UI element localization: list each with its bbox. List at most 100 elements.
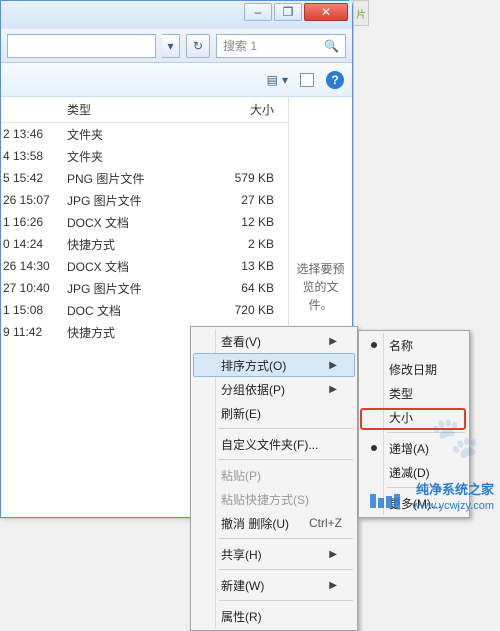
- titlebar: – ❐ ✕: [1, 1, 352, 29]
- table-row[interactable]: 0 14:24快捷方式2 KB: [1, 233, 288, 255]
- cell-size: 2 KB: [204, 237, 288, 251]
- table-row[interactable]: 4 13:58文件夹: [1, 145, 288, 167]
- cell-size: 579 KB: [204, 171, 288, 185]
- submenu-arrow-icon: ▶: [329, 580, 337, 591]
- context-menu: 查看(V)▶ 排序方式(O)▶ 分组依据(P)▶ 刷新(E) 自定义文件夹(F)…: [190, 326, 358, 631]
- column-headers[interactable]: 类型 大小: [1, 97, 288, 123]
- menu-label: 共享(H): [221, 546, 262, 563]
- menu-share[interactable]: 共享(H) ▶: [193, 542, 355, 566]
- table-row[interactable]: 26 14:30DOCX 文档13 KB: [1, 255, 288, 277]
- table-row[interactable]: 27 10:40JPG 图片文件64 KB: [1, 277, 288, 299]
- cell-date: 26 14:30: [1, 259, 61, 273]
- cell-date: 1 16:26: [1, 215, 61, 229]
- menu-label: 刷新(E): [221, 405, 261, 422]
- cell-type: 文件夹: [61, 126, 204, 143]
- menu-separator: [219, 459, 353, 460]
- menu-sort[interactable]: 排序方式(O) ▶: [193, 353, 355, 377]
- address-bar: ▾ ↻ 搜索 1 🔍: [1, 29, 352, 63]
- cell-type: DOCX 文档: [61, 214, 204, 231]
- cell-type: 快捷方式: [61, 236, 204, 253]
- search-icon: 🔍: [324, 39, 339, 53]
- menu-customize-folder[interactable]: 自定义文件夹(F)...: [193, 432, 355, 456]
- submenu-label: 递减(D): [389, 464, 430, 481]
- menu-label: 粘贴快捷方式(S): [221, 491, 309, 508]
- menu-separator: [219, 428, 353, 429]
- submenu-arrow-icon: ▶: [329, 360, 337, 371]
- sort-by-date[interactable]: 修改日期: [361, 357, 467, 381]
- watermark-url: www.ycwjzy.com: [412, 500, 494, 512]
- cell-date: 5 15:42: [1, 171, 61, 185]
- menu-undo-delete[interactable]: 撤消 删除(U)Ctrl+Z: [193, 511, 355, 535]
- cell-size: 13 KB: [204, 259, 288, 273]
- menu-label: 分组依据(P): [221, 381, 285, 398]
- submenu-arrow-icon: ▶: [329, 384, 337, 395]
- menu-paste-shortcut: 粘贴快捷方式(S): [193, 487, 355, 511]
- submenu-label: 名称: [389, 337, 413, 354]
- column-type[interactable]: 类型: [61, 101, 204, 118]
- column-size[interactable]: 大小: [204, 101, 288, 118]
- cell-type: PNG 图片文件: [61, 170, 204, 187]
- menu-label: 粘贴(P): [221, 467, 261, 484]
- cell-type: DOC 文档: [61, 302, 204, 319]
- view-mode-button[interactable]: ▤ ▾: [267, 73, 288, 87]
- cell-type: 快捷方式: [61, 324, 204, 341]
- minimize-button[interactable]: –: [244, 3, 272, 21]
- table-row[interactable]: 1 15:08DOC 文档720 KB: [1, 299, 288, 321]
- menu-refresh[interactable]: 刷新(E): [193, 401, 355, 425]
- thumbnail-chip: 片: [353, 0, 369, 26]
- watermark-logo-icon: [370, 494, 410, 508]
- cell-date: 0 14:24: [1, 237, 61, 251]
- table-row[interactable]: 1 16:26DOCX 文档12 KB: [1, 211, 288, 233]
- menu-label: 属性(R): [221, 608, 262, 625]
- menu-separator: [219, 569, 353, 570]
- menu-label: 新建(W): [221, 577, 264, 594]
- menu-label: 查看(V): [221, 333, 261, 350]
- maximize-button[interactable]: ❐: [274, 3, 302, 21]
- submenu-label: 大小: [389, 409, 413, 426]
- view-list-icon: ▤: [267, 73, 278, 87]
- close-button[interactable]: ✕: [304, 3, 348, 21]
- radio-selected-icon: [371, 342, 377, 348]
- menu-view[interactable]: 查看(V)▶: [193, 329, 355, 353]
- sort-by-name[interactable]: 名称: [361, 333, 467, 357]
- cell-date: 26 15:07: [1, 193, 61, 207]
- watermark-paw-icon: 🐾: [430, 418, 480, 458]
- menu-paste: 粘贴(P): [193, 463, 355, 487]
- radio-selected-icon: [371, 445, 377, 451]
- search-placeholder: 搜索 1: [223, 37, 257, 54]
- menu-shortcut: Ctrl+Z: [289, 516, 342, 530]
- refresh-button[interactable]: ↻: [186, 34, 210, 58]
- cell-type: JPG 图片文件: [61, 280, 204, 297]
- sort-by-type[interactable]: 类型: [361, 381, 467, 405]
- cell-type: 文件夹: [61, 148, 204, 165]
- menu-label: 撤消 删除(U): [221, 515, 289, 532]
- cell-size: 64 KB: [204, 281, 288, 295]
- watermark-title: 纯净系统之家: [416, 479, 494, 498]
- submenu-label: 类型: [389, 385, 413, 402]
- preview-pane-toggle[interactable]: [300, 73, 314, 87]
- cell-date: 9 11:42: [1, 325, 61, 339]
- menu-separator: [219, 600, 353, 601]
- cell-type: DOCX 文档: [61, 258, 204, 275]
- breadcrumb-path[interactable]: [7, 34, 156, 58]
- submenu-arrow-icon: ▶: [329, 549, 337, 560]
- submenu-label: 修改日期: [389, 361, 437, 378]
- menu-group[interactable]: 分组依据(P) ▶: [193, 377, 355, 401]
- help-button[interactable]: ?: [326, 71, 344, 89]
- chevron-down-icon: ▾: [282, 73, 288, 87]
- search-input[interactable]: 搜索 1 🔍: [216, 34, 346, 58]
- table-row[interactable]: 2 13:46文件夹: [1, 123, 288, 145]
- menu-label: 排序方式(O): [221, 357, 286, 374]
- table-row[interactable]: 5 15:42PNG 图片文件579 KB: [1, 167, 288, 189]
- cell-size: 720 KB: [204, 303, 288, 317]
- menu-separator: [219, 538, 353, 539]
- cell-size: 27 KB: [204, 193, 288, 207]
- table-row[interactable]: 26 15:07JPG 图片文件27 KB: [1, 189, 288, 211]
- toolbar: ▤ ▾ ?: [1, 63, 352, 97]
- submenu-label: 递增(A): [389, 440, 429, 457]
- menu-properties[interactable]: 属性(R): [193, 604, 355, 628]
- cell-date: 1 15:08: [1, 303, 61, 317]
- cell-size: 12 KB: [204, 215, 288, 229]
- menu-new[interactable]: 新建(W) ▶: [193, 573, 355, 597]
- path-dropdown-icon[interactable]: ▾: [162, 34, 180, 58]
